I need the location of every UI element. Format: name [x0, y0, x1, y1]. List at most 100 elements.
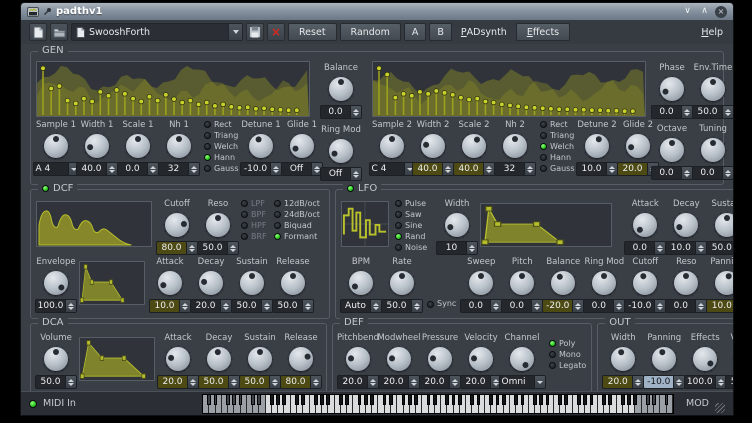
panning-spinbox[interactable]: -10.0	[643, 375, 685, 389]
effects-knob[interactable]	[691, 345, 719, 373]
radio-hann[interactable]: Hann	[540, 153, 576, 162]
piano-keyboard[interactable]	[202, 394, 674, 414]
dropdown-arrow-icon[interactable]	[534, 376, 545, 388]
spin-arrows-icon[interactable]	[227, 242, 238, 254]
black-key[interactable]	[320, 395, 324, 405]
pitch-knob[interactable]	[508, 269, 536, 297]
radio-saw[interactable]: Saw	[395, 210, 434, 219]
sweep-knob[interactable]	[467, 269, 495, 297]
spin-arrows-icon[interactable]	[220, 300, 231, 312]
spin-arrows-icon[interactable]	[681, 167, 692, 179]
detune2-spinbox[interactable]: 10.0	[576, 162, 618, 176]
sample1-knob[interactable]	[42, 132, 70, 160]
black-key[interactable]	[445, 395, 449, 405]
effects-spinbox[interactable]: 100.0	[684, 375, 727, 389]
radio-biquad[interactable]: Biquad	[274, 221, 324, 230]
padsynth-toggle[interactable]: PADsynth	[455, 23, 513, 41]
pin-icon[interactable]	[43, 7, 52, 16]
radio-24db-oct[interactable]: 24dB/oct	[274, 210, 324, 219]
black-key[interactable]	[276, 395, 280, 405]
black-key[interactable]	[358, 395, 362, 405]
spin-arrows-icon[interactable]	[722, 106, 733, 118]
reso-knob[interactable]	[672, 269, 700, 297]
decay-spinbox[interactable]: 20.0	[190, 299, 232, 313]
black-key[interactable]	[502, 395, 506, 405]
preset-dropdown-arrow[interactable]	[228, 24, 242, 40]
sustain-spinbox[interactable]: 50.0	[231, 299, 273, 313]
volume-spinbox[interactable]: 50.0	[35, 375, 77, 389]
decay-knob[interactable]	[205, 345, 233, 373]
release-knob[interactable]	[287, 345, 315, 373]
width-spinbox[interactable]: 10	[436, 241, 478, 255]
envelope-knob[interactable]	[42, 269, 70, 297]
radio-triang[interactable]: Triang	[540, 131, 576, 140]
phase-spinbox[interactable]: 0.0	[651, 105, 693, 119]
black-key[interactable]	[207, 395, 211, 405]
envelope-spinbox[interactable]: 100.0	[35, 299, 78, 313]
pressure-knob[interactable]	[426, 345, 454, 373]
radio-rect[interactable]: Rect	[204, 120, 240, 129]
spin-arrows-icon[interactable]	[179, 300, 190, 312]
black-key[interactable]	[602, 395, 606, 405]
width1-knob[interactable]	[83, 132, 111, 160]
spin-arrows-icon[interactable]	[715, 376, 726, 388]
black-key[interactable]	[345, 395, 349, 405]
spin-arrows-icon[interactable]	[681, 106, 692, 118]
black-key[interactable]	[458, 395, 462, 405]
black-key[interactable]	[232, 395, 236, 405]
spin-arrows-icon[interactable]	[186, 242, 197, 254]
sample2-knob[interactable]	[378, 132, 406, 160]
balance-knob[interactable]	[549, 269, 577, 297]
cutoff-knob[interactable]	[163, 211, 191, 239]
cutoff-spinbox[interactable]: -10.0	[624, 299, 666, 313]
spin-arrows-icon[interactable]	[65, 376, 76, 388]
black-key[interactable]	[314, 395, 318, 405]
nh1-knob[interactable]	[165, 132, 193, 160]
nh2-knob[interactable]	[501, 132, 529, 160]
panning-knob[interactable]	[713, 269, 733, 297]
bank-b-button[interactable]: B	[429, 23, 452, 41]
radio-12db-oct[interactable]: 12dB/oct	[274, 199, 324, 208]
radio-noise[interactable]: Noise	[395, 243, 434, 252]
gen-waveform-display-2[interactable]	[372, 61, 646, 117]
spin-arrows-icon[interactable]	[654, 242, 665, 254]
radio-mono[interactable]: Mono	[549, 350, 586, 359]
sustain-knob[interactable]	[246, 345, 274, 373]
sustain-knob[interactable]	[713, 211, 733, 239]
black-key[interactable]	[339, 395, 343, 405]
cutoff-spinbox[interactable]: 80.0	[156, 241, 198, 255]
radio-poly[interactable]: Poly	[549, 339, 586, 348]
spin-arrows-icon[interactable]	[654, 300, 665, 312]
attack-knob[interactable]	[631, 211, 659, 239]
black-key[interactable]	[564, 395, 568, 405]
black-key[interactable]	[608, 395, 612, 405]
black-key[interactable]	[326, 395, 330, 405]
radio-sine[interactable]: Sine	[395, 221, 434, 230]
effects-toggle[interactable]: Effects	[516, 23, 570, 41]
radio-pulse[interactable]: Pulse	[395, 199, 434, 208]
spin-arrows-icon[interactable]	[673, 376, 684, 388]
scale2-spinbox[interactable]: 40.0	[453, 162, 495, 176]
balance-spinbox[interactable]: 0.0	[320, 105, 362, 119]
nh2-spinbox[interactable]: 32	[494, 162, 536, 176]
width-spinbox[interactable]: 20.0	[602, 375, 644, 389]
release-spinbox[interactable]: 50.0	[272, 299, 314, 313]
width2-spinbox[interactable]: 40.0	[412, 162, 454, 176]
cutoff-knob[interactable]	[631, 269, 659, 297]
radio-welch[interactable]: Welch	[204, 142, 240, 151]
black-key[interactable]	[452, 395, 456, 405]
detune2-knob[interactable]	[583, 132, 611, 160]
open-preset-button[interactable]	[50, 23, 68, 41]
black-key[interactable]	[496, 395, 500, 405]
spin-arrows-icon[interactable]	[261, 300, 272, 312]
black-key[interactable]	[633, 395, 637, 405]
lfo-envelope-display[interactable]	[480, 203, 612, 247]
black-key[interactable]	[577, 395, 581, 405]
bank-a-button[interactable]: A	[404, 23, 427, 41]
release-knob[interactable]	[279, 269, 307, 297]
black-key[interactable]	[364, 395, 368, 405]
black-key[interactable]	[621, 395, 625, 405]
spin-arrows-icon[interactable]	[722, 167, 733, 179]
glide1-knob[interactable]	[288, 132, 316, 160]
black-key[interactable]	[257, 395, 261, 405]
